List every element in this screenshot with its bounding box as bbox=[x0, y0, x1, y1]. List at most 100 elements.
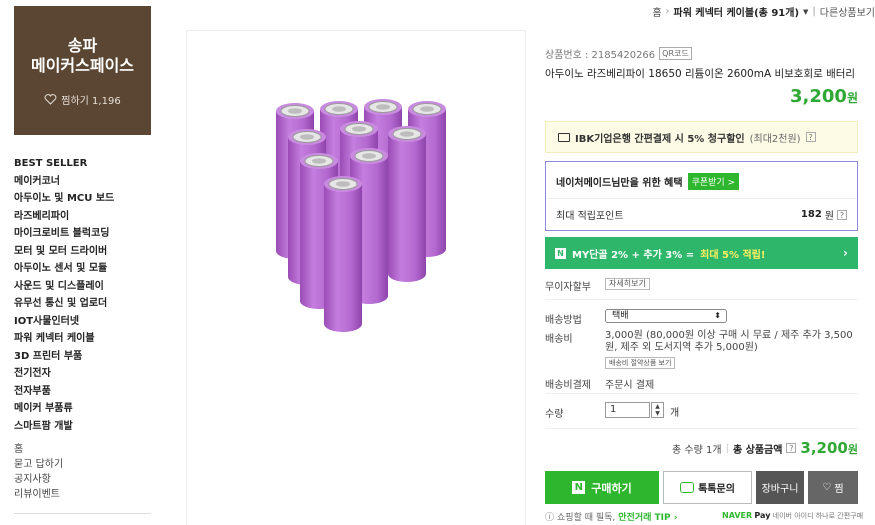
battery-product-image bbox=[276, 99, 446, 332]
battery-cell bbox=[388, 126, 426, 282]
buy-button-label: 구매하기 bbox=[591, 481, 632, 495]
nav-item-components[interactable]: 전자부품 bbox=[14, 383, 154, 401]
price-value: 3,200 bbox=[790, 86, 847, 107]
my-dangol-banner[interactable]: N MY단골 2% + 추가 3% = 최대 5% 적립! › bbox=[545, 237, 858, 269]
total-count: 총 수량 1개 bbox=[672, 444, 722, 456]
nav-item-motor[interactable]: 모터 및 모터 드라이버 bbox=[14, 243, 154, 261]
category-nav: BEST SELLER 메이커코너 아두이노 및 MCU 보드 라즈베리파이 마… bbox=[14, 155, 154, 435]
nav-item-arduino[interactable]: 아두이노 및 MCU 보드 bbox=[14, 190, 154, 208]
store-favorite-button[interactable]: 찜하기 1,196 bbox=[14, 92, 151, 107]
naver-n-icon: N bbox=[572, 481, 586, 494]
sub-nav-notice[interactable]: 공지사항 bbox=[14, 472, 63, 487]
total-amount-currency: 원 bbox=[847, 443, 858, 456]
ibk-discount-banner[interactable]: IBK기업은행 간편결제 시 5% 청구할인 (최대2천원) ? bbox=[545, 121, 858, 153]
total-summary: 총 수량 1개 | 총 상품금액 ? 3,200원 bbox=[672, 439, 858, 457]
cart-button[interactable]: 장바구니 bbox=[756, 471, 804, 504]
ship-pay-label: 배송비결제 bbox=[545, 380, 591, 391]
coupon-button[interactable]: 쿠폰받기 > bbox=[687, 173, 740, 190]
safe-trade-link[interactable]: 안전거래 TIP › bbox=[618, 510, 677, 523]
sub-nav-review-event[interactable]: 리뷰이벤트 bbox=[14, 487, 63, 502]
quantity-stepper[interactable]: ▲ ▼ bbox=[651, 402, 664, 418]
max-points-unit: 원 bbox=[824, 211, 834, 222]
ibk-discount-max: (최대2천원) bbox=[749, 133, 801, 145]
quantity-unit: 개 bbox=[670, 408, 680, 419]
ship-fee-text: 3,000원 (80,000원 이상 구매 시 무료 / 제주 추가 3,500… bbox=[605, 330, 853, 353]
nav-item-power-cable[interactable]: 파워 케넥터 케이블 bbox=[14, 330, 154, 348]
select-arrows-icon: ⬍ bbox=[714, 311, 721, 320]
chevron-right-icon: › bbox=[843, 246, 848, 260]
nav-item-electric[interactable]: 전기전자 bbox=[14, 365, 154, 383]
nav-item-best-seller[interactable]: BEST SELLER bbox=[14, 155, 154, 173]
breadcrumb-category[interactable]: 파워 케넥터 케이블(총 91개) bbox=[674, 4, 800, 19]
nav-divider bbox=[14, 513, 151, 514]
ship-method-value: 택배 bbox=[612, 311, 629, 321]
store-favorite-label: 찜하기 1,196 bbox=[61, 96, 121, 107]
row-divider bbox=[545, 393, 858, 394]
nav-item-sensor[interactable]: 아두이노 센서 및 모듈 bbox=[14, 260, 154, 278]
max-points-value: 182 bbox=[800, 209, 822, 220]
nav-item-sound-display[interactable]: 사운드 및 디스플레이 bbox=[14, 278, 154, 296]
total-amount: 3,200원 bbox=[800, 439, 858, 457]
nav-item-communication[interactable]: 유무선 통신 및 업로더 bbox=[14, 295, 154, 313]
max-points-label: 최대 적립포인트 bbox=[556, 211, 624, 222]
sub-nav-qna[interactable]: 묻고 답하기 bbox=[14, 457, 63, 472]
chevron-down-icon[interactable]: ▼ bbox=[803, 8, 808, 16]
price-currency: 원 bbox=[846, 91, 858, 105]
zzim-button-label: 찜 bbox=[834, 484, 844, 495]
ship-saving-products-button[interactable]: 배송비 절약상품 보기 bbox=[605, 357, 676, 369]
safe-trade-text: 쇼핑할 때 필독, bbox=[557, 513, 616, 523]
benefit-heading: 네이처메이드님만을 위한 혜택 bbox=[556, 178, 683, 189]
help-icon[interactable]: ? bbox=[786, 443, 797, 453]
nav-item-iot[interactable]: IOT사물인터넷 bbox=[14, 313, 154, 331]
sub-nav-home[interactable]: 홈 bbox=[14, 442, 63, 457]
breadcrumb: 홈 › 파워 케넥터 케이블(총 91개) ▼ | 다른상품보기 bbox=[652, 4, 875, 19]
ship-method-select[interactable]: 택배 ⬍ bbox=[605, 309, 727, 323]
credit-card-icon bbox=[558, 132, 570, 142]
naver-pay-notice: NAVER Pay 네이버 아이디 하나로 간편구매 bbox=[722, 511, 863, 521]
product-title: 아두이노 라즈베리파이 18650 리튬이온 2600mA 비보호회로 배터리 bbox=[545, 68, 856, 80]
member-benefit-box: 네이처메이드님만을 위한 혜택 쿠폰받기 > 최대 적립포인트 182 원 ? bbox=[545, 161, 858, 231]
heart-icon: ♡ bbox=[822, 482, 832, 493]
ship-pay-value: 주문시 결제 bbox=[605, 380, 655, 391]
product-image-frame[interactable] bbox=[186, 30, 526, 525]
my-dangol-highlight: 최대 5% 적립! bbox=[700, 249, 766, 261]
heart-plus-icon bbox=[44, 94, 57, 105]
naver-pay-text: 네이버 아이디 하나로 간편구매 bbox=[772, 512, 864, 520]
nav-item-3d-printer[interactable]: 3D 프린터 부품 bbox=[14, 348, 154, 366]
zzim-button[interactable]: ♡ 찜 bbox=[808, 471, 858, 504]
product-info: 상품번호 : 2185420266 QR코드 아두이노 라즈베리파이 18650… bbox=[545, 46, 858, 107]
product-price: 3,200원 bbox=[790, 86, 858, 107]
naver-n-icon: N bbox=[555, 247, 566, 259]
store-name-line1: 송파 bbox=[67, 36, 98, 55]
battery-cell bbox=[324, 176, 362, 332]
nav-item-smartfarm[interactable]: 스마트팜 개발 bbox=[14, 418, 154, 436]
buy-button[interactable]: N 구매하기 bbox=[545, 471, 659, 504]
help-icon[interactable]: ? bbox=[837, 209, 847, 220]
store-sub-nav: 홈 묻고 답하기 공지사항 리뷰이벤트 bbox=[14, 442, 63, 502]
nav-item-maker-parts[interactable]: 메이커 부품류 bbox=[14, 400, 154, 418]
ibk-discount-text: IBK기업은행 간편결제 시 5% 청구할인 bbox=[575, 133, 745, 145]
other-products-link[interactable]: 다른상품보기 bbox=[820, 4, 875, 19]
total-amount-value: 3,200 bbox=[800, 439, 848, 457]
naver-pay-label: Pay bbox=[754, 511, 771, 520]
store-banner[interactable]: 송파 메이커스페이스 찜하기 1,196 bbox=[14, 6, 151, 135]
interest-free-detail-button[interactable]: 자세히보기 bbox=[605, 278, 650, 290]
nav-item-raspberry-pi[interactable]: 라즈베리파이 bbox=[14, 208, 154, 226]
breadcrumb-home[interactable]: 홈 bbox=[652, 4, 661, 19]
safe-trade-notice[interactable]: ⓘ 쇼핑할 때 필독, 안전거래 TIP › bbox=[545, 510, 677, 523]
help-icon[interactable]: ? bbox=[805, 132, 816, 142]
qr-code-button[interactable]: QR코드 bbox=[659, 47, 692, 60]
quantity-label: 수량 bbox=[545, 409, 564, 420]
nav-item-microbit[interactable]: 마이크로비트 블럭코딩 bbox=[14, 225, 154, 243]
row-divider bbox=[545, 428, 858, 429]
row-divider bbox=[545, 299, 858, 300]
product-number: 상품번호 : 2185420266 bbox=[545, 50, 656, 61]
talktalk-inquiry-button[interactable]: 톡톡문의 bbox=[663, 471, 752, 504]
nav-item-maker-corner[interactable]: 메이커코너 bbox=[14, 173, 154, 191]
chat-bubble-icon bbox=[680, 482, 695, 493]
ship-fee-label: 배송비 bbox=[545, 334, 573, 345]
interest-free-label: 무이자할부 bbox=[545, 282, 591, 293]
talktalk-label: 톡톡문의 bbox=[698, 484, 735, 495]
quantity-input[interactable]: 1 bbox=[605, 402, 650, 418]
info-icon: ⓘ bbox=[545, 513, 555, 523]
